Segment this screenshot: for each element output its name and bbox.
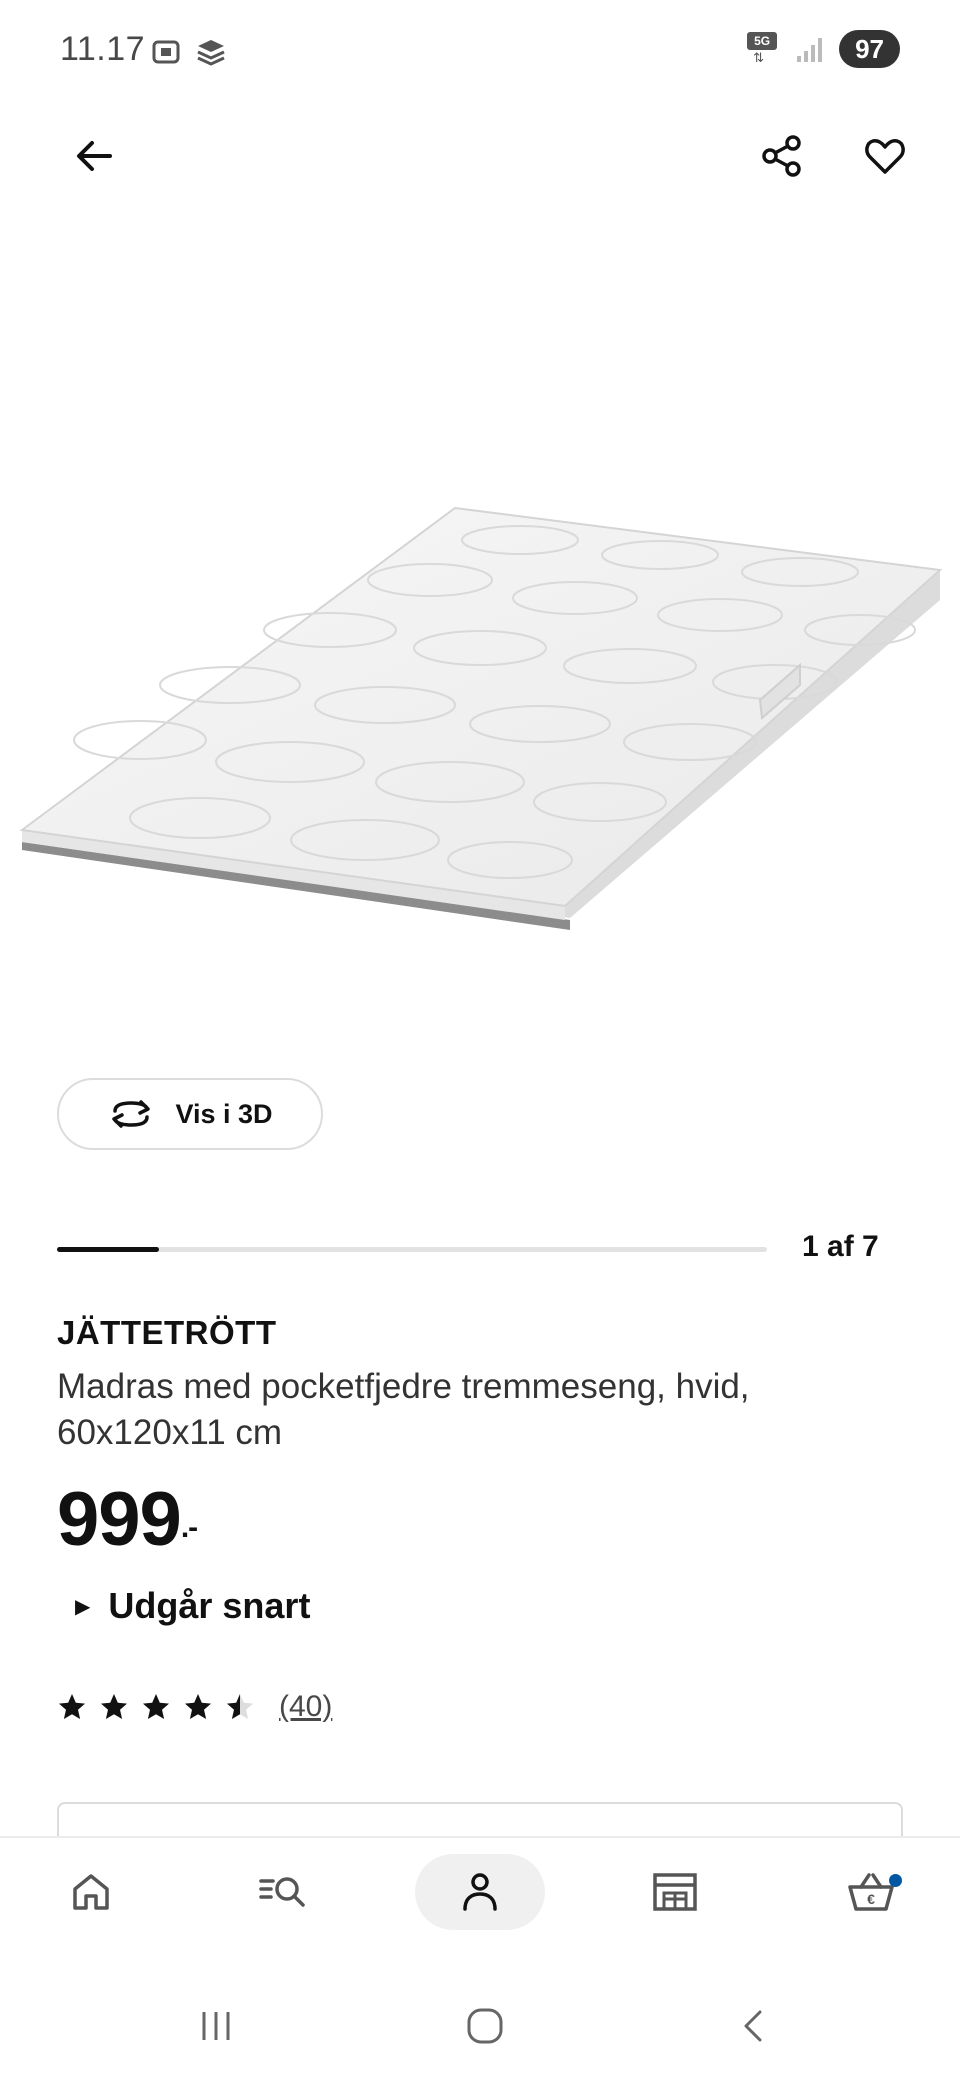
back-system-button[interactable] bbox=[714, 1996, 794, 2056]
basket-icon: € bbox=[848, 1873, 894, 1911]
profile-icon bbox=[463, 1873, 497, 1911]
recent-apps-icon bbox=[202, 2012, 230, 2040]
rating-stars bbox=[57, 1692, 255, 1722]
product-image[interactable] bbox=[0, 230, 960, 990]
home-system-button[interactable] bbox=[445, 1996, 525, 2056]
product-description: Madras med pocketfjedre tremmeseng, hvid… bbox=[57, 1367, 750, 1452]
basket-notification-dot bbox=[889, 1874, 902, 1887]
star-icon bbox=[101, 1694, 127, 1719]
view-3d-label: Vis i 3D bbox=[175, 1098, 273, 1129]
image-progress-bar bbox=[57, 1247, 767, 1252]
nav-stores[interactable] bbox=[610, 1854, 740, 1930]
battery-indicator: 97 bbox=[839, 30, 900, 68]
product-name: JÄTTETRÖTT bbox=[57, 1314, 277, 1351]
network-5g-icon: 5G ⇅ bbox=[747, 32, 781, 66]
recent-apps-button[interactable] bbox=[176, 1996, 256, 2056]
heart-icon bbox=[865, 139, 905, 174]
store-icon bbox=[653, 1873, 697, 1911]
home-circle-icon bbox=[467, 2008, 503, 2044]
chevron-left-icon bbox=[744, 2010, 762, 2042]
app-stack-icon bbox=[197, 40, 225, 66]
availability-toggle[interactable]: ▶ Udgår snart bbox=[75, 1585, 310, 1627]
home-icon bbox=[73, 1874, 109, 1910]
favorite-button[interactable] bbox=[853, 124, 917, 188]
status-time: 11.17 bbox=[60, 30, 146, 68]
view-3d-button[interactable]: Vis i 3D bbox=[57, 1078, 323, 1150]
rotate-3d-icon bbox=[112, 1100, 151, 1128]
back-button[interactable] bbox=[62, 124, 126, 188]
review-count-link[interactable]: (40) bbox=[279, 1690, 332, 1724]
product-price: 999.- bbox=[57, 1477, 198, 1562]
image-progress-fill bbox=[57, 1247, 159, 1252]
mattress-illustration bbox=[19, 506, 943, 930]
network-label: 5G bbox=[747, 32, 778, 50]
caret-right-icon: ▶ bbox=[75, 1595, 91, 1618]
nav-search[interactable] bbox=[219, 1854, 349, 1930]
star-icon bbox=[59, 1694, 85, 1719]
arrow-left-icon bbox=[77, 141, 112, 171]
signal-icon bbox=[797, 38, 823, 62]
system-navigation-bar bbox=[0, 1966, 960, 2078]
nav-home[interactable] bbox=[26, 1854, 156, 1930]
status-right-group: 5G ⇅ 97 bbox=[747, 30, 900, 68]
share-icon bbox=[762, 135, 801, 177]
screenshot-icon bbox=[152, 40, 180, 64]
image-counter: 1 af 7 bbox=[802, 1230, 879, 1263]
price-suffix: .- bbox=[180, 1511, 198, 1544]
nav-basket[interactable]: € bbox=[806, 1854, 936, 1930]
share-button[interactable] bbox=[750, 124, 814, 188]
star-icon bbox=[185, 1694, 211, 1719]
star-icon bbox=[143, 1694, 169, 1719]
status-notification-icons bbox=[150, 36, 228, 68]
bottom-navigation: € bbox=[0, 1836, 960, 1968]
rating-row[interactable]: (40) bbox=[57, 1690, 332, 1724]
price-main: 999 bbox=[57, 1477, 182, 1562]
availability-text: Udgår snart bbox=[108, 1585, 311, 1626]
svg-text:€: € bbox=[867, 1891, 875, 1907]
search-list-icon bbox=[259, 1877, 305, 1907]
star-icon bbox=[227, 1694, 253, 1719]
nav-profile[interactable] bbox=[415, 1854, 545, 1930]
